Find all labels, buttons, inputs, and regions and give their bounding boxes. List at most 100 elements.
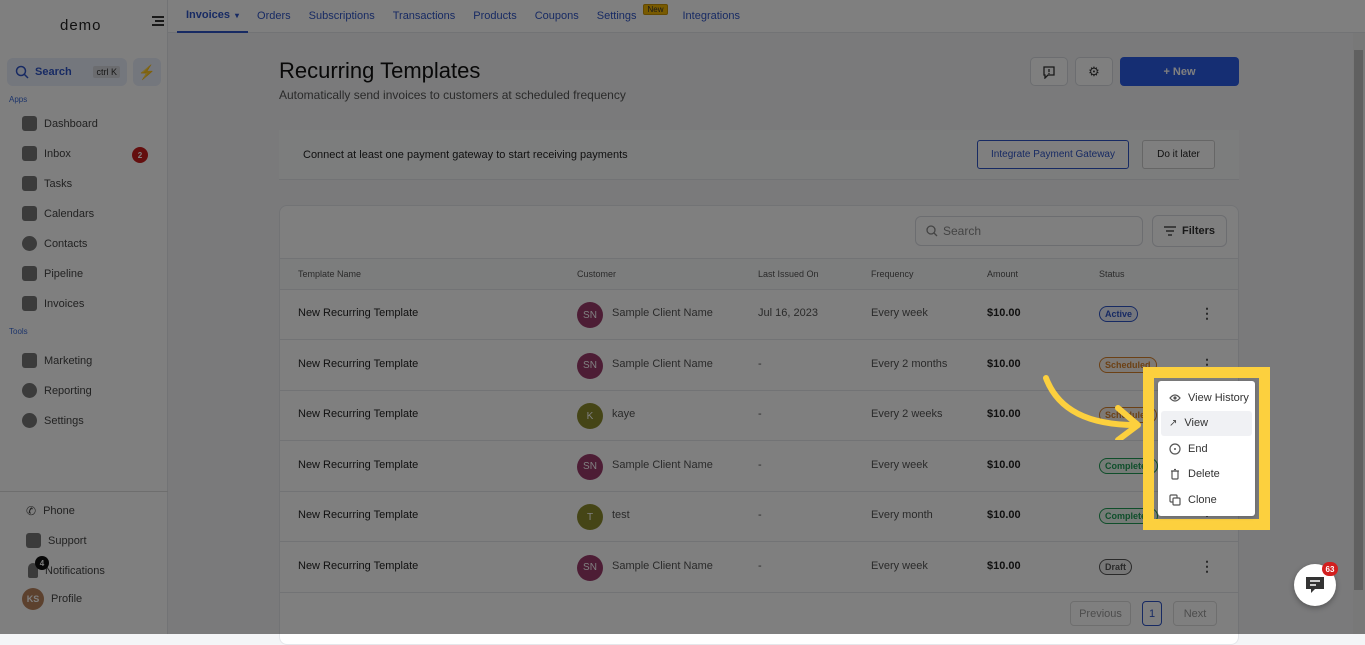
row-actions-kebab-icon[interactable]: ⋮ <box>1200 305 1214 322</box>
do-it-later-button[interactable]: Do it later <box>1142 140 1215 169</box>
tab-integrations[interactable]: Integrations <box>674 0 749 33</box>
feedback-button[interactable] <box>1030 57 1068 86</box>
phone-icon: ✆ <box>26 504 37 518</box>
feedback-icon <box>1043 65 1055 79</box>
sidebar-item-phone[interactable]: ✆ Phone <box>26 504 75 518</box>
template-name[interactable]: New Recurring Template <box>298 307 418 319</box>
customer-avatar: T <box>577 504 603 530</box>
inbox-icon <box>22 146 37 161</box>
search-shortcut: ctrl K <box>93 66 120 78</box>
frequency: Every week <box>871 559 928 572</box>
new-template-button[interactable]: + New <box>1120 57 1239 86</box>
tab-transactions[interactable]: Transactions <box>384 0 465 33</box>
menu-item-clone[interactable]: Clone <box>1161 487 1252 513</box>
chevron-down-icon: ▾ <box>235 10 240 20</box>
tab-settings[interactable]: Settings New <box>588 0 668 33</box>
filter-icon <box>1163 226 1176 236</box>
sidebar-item-profile[interactable]: KS Profile <box>22 588 82 610</box>
tab-orders[interactable]: Orders <box>248 0 300 33</box>
sidebar-item-dashboard[interactable]: Dashboard <box>22 116 98 131</box>
sidebar-item-support[interactable]: Support <box>26 533 87 548</box>
template-name[interactable]: New Recurring Template <box>298 560 418 572</box>
next-page-button[interactable]: Next <box>1173 601 1217 626</box>
table-search-input[interactable]: Search <box>915 216 1143 246</box>
settings-button[interactable]: ⚙ <box>1075 57 1113 86</box>
profile-avatar: KS <box>22 588 44 610</box>
filters-button[interactable]: Filters <box>1152 215 1227 247</box>
frequency: Every 2 months <box>871 357 948 370</box>
tab-subscriptions[interactable]: Subscriptions <box>300 0 384 33</box>
new-tag: New <box>643 3 668 15</box>
tasks-icon <box>22 176 37 191</box>
last-issued: - <box>758 357 762 370</box>
stop-circle-icon <box>1169 443 1181 455</box>
collapse-sidebar-icon[interactable] <box>152 14 164 26</box>
menu-item-view-history[interactable]: View History <box>1161 385 1252 411</box>
sidebar-item-pipeline[interactable]: Pipeline <box>22 266 83 281</box>
pie-chart-icon <box>22 383 37 398</box>
last-issued: - <box>758 559 762 572</box>
tab-invoices[interactable]: Invoices ▾ <box>177 0 249 33</box>
column-header[interactable]: Customer <box>577 269 616 279</box>
frequency: Every 2 weeks <box>871 408 943 420</box>
row-actions-kebab-icon[interactable]: ⋮ <box>1200 558 1214 575</box>
table-row[interactable]: New Recurring Template SN Sample Client Na… <box>280 290 1238 340</box>
last-issued: - <box>758 458 762 471</box>
tab-coupons[interactable]: Coupons <box>526 0 588 33</box>
page-title: Recurring Templates <box>279 58 481 83</box>
sidebar-item-contacts[interactable]: Contacts <box>22 236 87 251</box>
column-header[interactable]: Template Name <box>298 269 361 279</box>
sidebar-search[interactable]: Search ctrl K <box>7 58 127 86</box>
table-row[interactable]: New Recurring Template Ttest - Every month $… <box>280 492 1238 542</box>
banner-text: Connect at least one payment gateway to … <box>303 148 628 161</box>
apps-section-label: Apps <box>9 95 28 104</box>
template-name[interactable]: New Recurring Template <box>298 509 418 521</box>
quick-action-button[interactable]: ⚡ <box>133 58 161 86</box>
clone-icon <box>1169 494 1181 506</box>
column-header[interactable]: Last Issued On <box>758 269 819 279</box>
previous-page-button[interactable]: Previous <box>1070 601 1131 626</box>
customer-name: Sample Client Name <box>612 559 713 572</box>
column-header[interactable]: Frequency <box>871 269 914 279</box>
column-header[interactable]: Status <box>1099 269 1125 279</box>
sidebar-item-calendars[interactable]: Calendars <box>22 206 94 221</box>
status-badge: Draft <box>1099 558 1133 575</box>
sidebar-item-inbox[interactable]: Inbox <box>22 146 71 161</box>
integrate-gateway-button[interactable]: Integrate Payment Gateway <box>977 140 1129 169</box>
scrollbar-thumb[interactable] <box>1354 50 1363 590</box>
menu-item-view[interactable]: ↗ View <box>1161 410 1252 436</box>
table-header: Template Name Customer Last Issued On Fr… <box>280 258 1238 290</box>
amount: $10.00 <box>987 458 1021 471</box>
sidebar-item-reporting[interactable]: Reporting <box>22 383 92 398</box>
amount: $10.00 <box>987 559 1021 572</box>
customer-name: kaye <box>612 408 636 420</box>
sidebar-item-tasks[interactable]: Tasks <box>22 176 72 191</box>
customer-avatar: SN <box>577 302 603 328</box>
amount: $10.00 <box>987 408 1021 420</box>
sidebar-item-marketing[interactable]: Marketing <box>22 353 92 368</box>
sidebar-item-settings[interactable]: Settings <box>22 413 84 428</box>
eye-icon <box>1169 394 1181 402</box>
template-name[interactable]: New Recurring Template <box>298 459 418 471</box>
menu-item-delete[interactable]: Delete <box>1161 462 1252 488</box>
table-row[interactable]: New Recurring Template SN Sample Client Na… <box>280 442 1238 492</box>
template-name[interactable]: New Recurring Template <box>298 408 418 420</box>
tools-section-label: Tools <box>9 327 28 336</box>
template-name[interactable]: New Recurring Template <box>298 358 418 370</box>
tab-products[interactable]: Products <box>464 0 525 33</box>
menu-item-end[interactable]: End <box>1161 436 1252 462</box>
bolt-icon: ⚡ <box>138 63 156 80</box>
page-1-button[interactable]: 1 <box>1142 601 1162 626</box>
sidebar-item-invoices[interactable]: Invoices <box>22 296 84 311</box>
amount: $10.00 <box>987 509 1021 521</box>
sidebar-divider <box>0 491 168 492</box>
chat-badge: 63 <box>1322 562 1338 576</box>
calendar-icon <box>22 206 37 221</box>
customer-avatar: SN <box>577 453 603 480</box>
page-subtitle: Automatically send invoices to customers… <box>279 88 626 102</box>
table-row[interactable]: New Recurring Template SN Sample Client Na… <box>280 543 1238 593</box>
customer-avatar: K <box>577 403 603 429</box>
customer-name: Sample Client Name <box>612 307 713 319</box>
customer-avatar: SN <box>577 554 603 581</box>
column-header[interactable]: Amount <box>987 269 1018 279</box>
